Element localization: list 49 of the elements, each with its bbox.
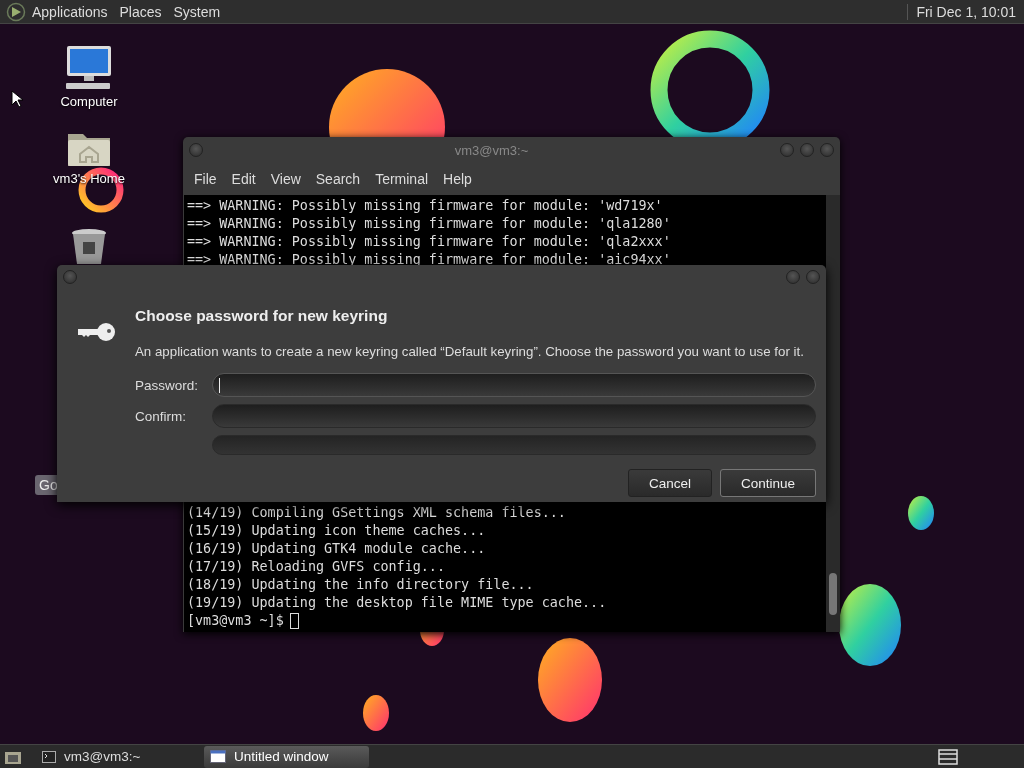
window-button[interactable] xyxy=(63,270,77,284)
terminal-cursor xyxy=(289,613,299,629)
taskbar-button[interactable]: vm3@vm3:~ xyxy=(36,745,201,768)
terminal-line: (17/19) Reloading GVFS config... xyxy=(187,558,446,576)
window-button[interactable] xyxy=(780,143,794,157)
panel-menu[interactable]: Applications xyxy=(28,3,116,20)
play-logo-icon[interactable] xyxy=(6,1,26,22)
dialog-title: Choose password for new keyring xyxy=(135,307,389,325)
window-button[interactable] xyxy=(800,143,814,157)
scrollbar[interactable] xyxy=(826,195,840,632)
dialog-button[interactable]: Cancel xyxy=(627,469,712,497)
window-button[interactable] xyxy=(806,270,820,284)
window-button[interactable] xyxy=(820,143,834,157)
terminal-line: ==> WARNING: Possibly missing firmware for module: 'qla1280' xyxy=(187,215,672,233)
panel-menu[interactable]: Places xyxy=(115,3,170,20)
pointer-icon xyxy=(11,90,23,108)
menu-item[interactable]: Search xyxy=(308,171,369,187)
menu-item[interactable]: Help xyxy=(436,171,480,187)
window-list-icon[interactable] xyxy=(938,748,958,765)
window-title: vm3@vm3:~ xyxy=(453,142,530,158)
terminal-icon xyxy=(42,750,56,763)
terminal-prompt: [vm3@vm3 ~]$ xyxy=(187,612,284,630)
dialog-button[interactable]: Continue xyxy=(719,469,816,497)
taskbar-button[interactable]: Untitled window xyxy=(204,745,369,768)
computer-icon xyxy=(64,45,114,91)
clock[interactable]: Fri Dec 1, 10:01 xyxy=(907,3,1024,20)
menu-item[interactable]: File xyxy=(187,171,225,187)
menu-item[interactable]: Edit xyxy=(224,171,264,187)
window-button[interactable] xyxy=(786,270,800,284)
terminal-line: (14/19) Compiling GSettings XML schema files... xyxy=(187,504,567,522)
field-label: Password: xyxy=(135,377,200,393)
window-icon xyxy=(210,750,226,763)
terminal-line: (16/19) Updating GTK4 module cache... xyxy=(187,540,487,558)
key-icon xyxy=(76,322,116,342)
field-label: Confirm: xyxy=(135,408,187,424)
terminal-line: ==> WARNING: Possibly missing firmware for module: 'aic94xx' xyxy=(187,251,672,269)
terminal-line: (19/19) Updating the desktop file MIME type cache... xyxy=(187,594,608,612)
terminal-line: ==> WARNING: Possibly missing firmware for module: 'qla2xxx' xyxy=(187,233,672,251)
terminal-line: (18/19) Updating the info directory file... xyxy=(187,576,535,594)
menu-item[interactable]: Terminal xyxy=(368,171,437,187)
window-button[interactable] xyxy=(189,143,203,157)
dialog-message: An application wants to create a new keyring called “Default keyring”. Choose the password you want to use for it. xyxy=(135,344,805,359)
password-field[interactable] xyxy=(212,404,816,428)
terminal-line: ==> WARNING: Possibly missing firmware for module: 'wd719x' xyxy=(187,197,664,215)
password-field[interactable] xyxy=(212,373,816,397)
panel-menu[interactable]: System xyxy=(169,3,229,20)
menu-item[interactable]: View xyxy=(263,171,309,187)
desktop-icon-label[interactable]: Computer xyxy=(60,94,118,109)
terminal-line: (15/19) Updating icon theme caches... xyxy=(187,522,487,540)
